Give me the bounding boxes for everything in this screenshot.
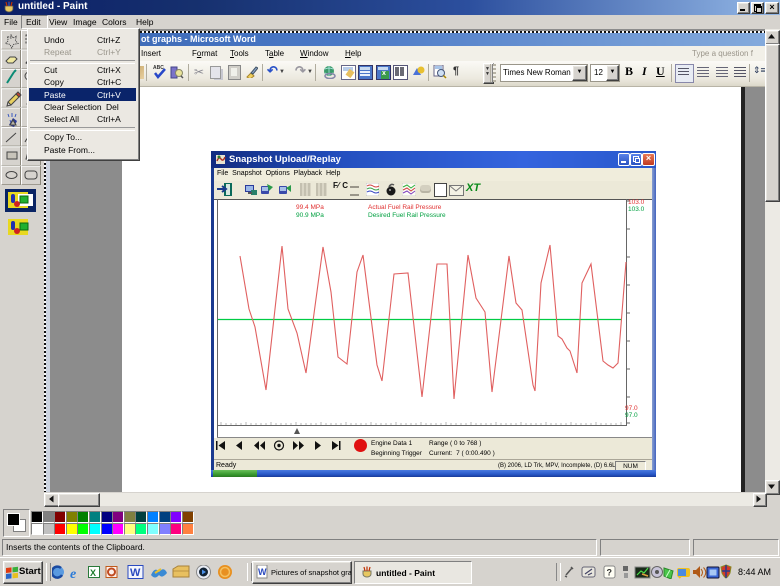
svg-text:?: ? <box>607 568 613 578</box>
svg-text:X: X <box>90 568 96 578</box>
svg-text:e: e <box>70 567 76 580</box>
svg-text:W: W <box>258 567 267 577</box>
svg-text:W: W <box>130 567 141 579</box>
